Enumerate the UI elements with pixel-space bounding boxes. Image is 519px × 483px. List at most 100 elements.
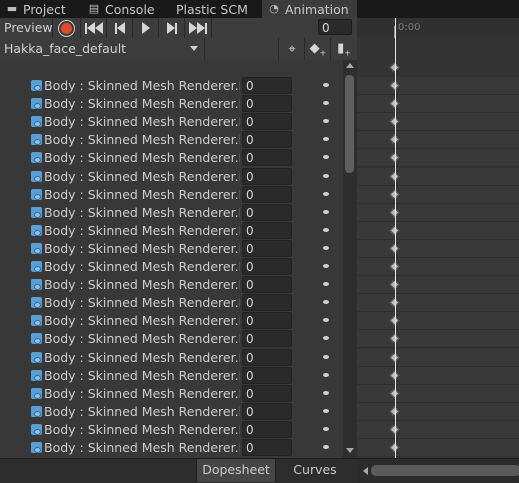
property-options-icon[interactable]	[323, 408, 329, 413]
property-options-icon[interactable]	[323, 445, 329, 449]
timeline-ruler[interactable]: 0:00	[357, 18, 519, 39]
dopesheet-area[interactable]	[357, 60, 519, 458]
tab-animation[interactable]: ◔ Animation	[262, 0, 357, 18]
dopesheet-row[interactable]	[357, 348, 519, 367]
record-button[interactable]	[52, 18, 79, 38]
property-options-icon[interactable]	[323, 173, 329, 178]
property-row[interactable]: Body : Skinned Mesh Renderer.Blendshape0	[0, 95, 343, 113]
dopesheet-row[interactable]	[357, 239, 519, 258]
dopesheet-row[interactable]	[357, 276, 519, 295]
property-value-field[interactable]: 0	[242, 384, 292, 402]
property-options-icon[interactable]	[323, 426, 329, 431]
property-value-field[interactable]: 0	[242, 77, 292, 94]
dopesheet-row[interactable]	[357, 77, 519, 95]
add-event-button[interactable]: ▮+	[330, 38, 357, 60]
timeline-horizontal-scrollbar[interactable]	[357, 458, 519, 483]
property-options-icon[interactable]	[323, 390, 329, 395]
property-row[interactable]: Body : Skinned Mesh Renderer.Blendshape0	[0, 348, 343, 367]
property-value-field[interactable]: 0	[242, 294, 292, 312]
property-options-icon[interactable]	[323, 155, 329, 160]
dopesheet-row[interactable]	[357, 113, 519, 132]
property-value-field[interactable]: 0	[242, 276, 292, 294]
property-row[interactable]: Body : Skinned Mesh Renderer.Blendshape0	[0, 113, 343, 131]
property-value-field[interactable]: 0	[242, 221, 292, 239]
property-row[interactable]: Body : Skinned Mesh Renderer.Blendshape0	[0, 203, 343, 222]
first-keyframe-button[interactable]	[80, 18, 107, 38]
property-options-icon[interactable]	[323, 227, 329, 232]
property-options-icon[interactable]	[323, 191, 329, 196]
property-value-field[interactable]: 0	[242, 185, 292, 203]
property-options-icon[interactable]	[323, 209, 329, 214]
property-options-icon[interactable]	[323, 354, 329, 359]
dopesheet-row[interactable]	[357, 258, 519, 276]
scroll-left-arrow-icon[interactable]	[363, 467, 368, 475]
property-row[interactable]: Body : Skinned Mesh Renderer.Blendshape0	[0, 131, 343, 149]
property-row[interactable]: Body : Skinned Mesh Renderer.Blendshape0	[0, 239, 343, 258]
playhead-line[interactable]	[395, 18, 396, 465]
property-row[interactable]: Body : Skinned Mesh Renderer.Blendshape0	[0, 330, 343, 348]
property-value-field[interactable]: 0	[242, 167, 292, 185]
property-value-field[interactable]: 0	[242, 420, 292, 438]
tab-plastic-scm[interactable]: Plastic SCM	[176, 0, 248, 18]
dopesheet-row[interactable]	[357, 402, 519, 421]
dopesheet-row[interactable]	[357, 149, 519, 168]
last-keyframe-button[interactable]	[184, 18, 212, 38]
current-frame-field[interactable]: 0	[318, 19, 352, 35]
property-options-icon[interactable]	[323, 264, 329, 268]
dopesheet-row[interactable]	[357, 420, 519, 439]
scroll-down-arrow-icon[interactable]	[346, 448, 354, 453]
property-value-field[interactable]: 0	[242, 330, 292, 348]
property-row[interactable]: Body : Skinned Mesh Renderer.Blendshape0	[0, 167, 343, 186]
dopesheet-row[interactable]	[357, 221, 519, 240]
tab-project[interactable]: ▬ Project	[6, 0, 66, 18]
property-options-icon[interactable]	[323, 101, 329, 106]
property-row[interactable]: Body : Skinned Mesh Renderer.Blendshape0	[0, 294, 343, 312]
property-options-icon[interactable]	[323, 318, 329, 323]
property-value-field[interactable]: 0	[242, 366, 292, 384]
add-keyframe-button[interactable]: ◆+	[304, 38, 331, 60]
property-row[interactable]: Body : Skinned Mesh Renderer.Blendshape0	[0, 77, 343, 95]
property-options-icon[interactable]	[323, 282, 329, 287]
preview-button[interactable]: Preview	[0, 18, 56, 38]
property-row[interactable]: Body : Skinned Mesh Renderer.Blendshape0	[0, 149, 343, 167]
property-row[interactable]: Body : Skinned Mesh Renderer.Blendshape0	[0, 221, 343, 240]
curves-tab[interactable]: Curves	[274, 459, 356, 482]
property-options-icon[interactable]	[323, 300, 329, 305]
scroll-up-arrow-icon[interactable]	[346, 63, 354, 68]
dopesheet-row[interactable]	[357, 330, 519, 349]
property-options-icon[interactable]	[323, 336, 329, 341]
dopesheet-row[interactable]	[357, 203, 519, 222]
property-row[interactable]: Body : Skinned Mesh Renderer.Blendshape0	[0, 384, 343, 403]
horizontal-scrollbar-thumb[interactable]	[371, 465, 519, 476]
dopesheet-row[interactable]	[357, 185, 519, 204]
property-value-field[interactable]: 0	[242, 131, 292, 149]
property-value-field[interactable]: 0	[242, 348, 292, 366]
dopesheet-row[interactable]	[357, 384, 519, 403]
property-options-icon[interactable]	[323, 119, 329, 124]
property-row[interactable]: Body : Skinned Mesh Renderer.Blendshape0	[0, 420, 343, 439]
property-row[interactable]: Body : Skinned Mesh Renderer.Blendshape0	[0, 366, 343, 385]
dopesheet-row[interactable]	[357, 131, 519, 150]
property-list[interactable]: Body : Skinned Mesh Renderer.Blendshape0…	[0, 60, 343, 458]
clip-dropdown[interactable]: Hakka_face_default	[0, 38, 205, 60]
dopesheet-row[interactable]	[357, 312, 519, 331]
property-options-icon[interactable]	[323, 83, 329, 87]
property-value-field[interactable]: 0	[242, 258, 292, 275]
previous-keyframe-button[interactable]	[106, 18, 133, 38]
property-row[interactable]: Body : Skinned Mesh Renderer.Blendshape0	[0, 312, 343, 330]
property-value-field[interactable]: 0	[242, 149, 292, 167]
scrollbar-thumb[interactable]	[345, 75, 354, 173]
play-button[interactable]	[132, 18, 159, 38]
dopesheet-row[interactable]	[357, 167, 519, 186]
property-row[interactable]: Body : Skinned Mesh Renderer.Blendshape0	[0, 402, 343, 421]
property-row[interactable]: Body : Skinned Mesh Renderer.Blendshape0	[0, 439, 343, 457]
tab-console[interactable]: ▤ Console	[88, 0, 155, 18]
dopesheet-row[interactable]	[357, 294, 519, 313]
property-row[interactable]: Body : Skinned Mesh Renderer.Blendshape0	[0, 185, 343, 204]
property-options-icon[interactable]	[323, 245, 329, 250]
next-keyframe-button[interactable]	[158, 18, 185, 38]
property-value-field[interactable]: 0	[242, 312, 292, 330]
dopesheet-row[interactable]	[357, 366, 519, 385]
filter-by-selection-button[interactable]: ⌖	[278, 38, 305, 60]
property-value-field[interactable]: 0	[242, 203, 292, 221]
